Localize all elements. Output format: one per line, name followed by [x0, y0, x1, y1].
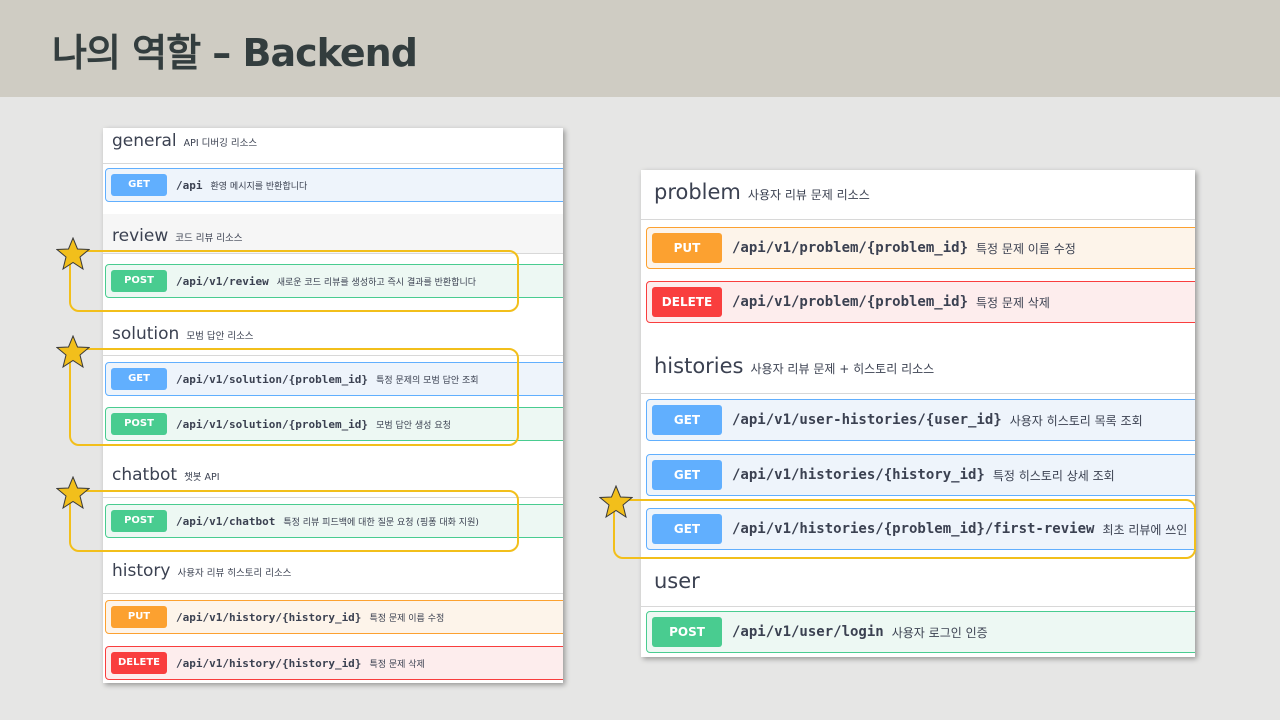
- section-desc: 코드 리뷰 리소스: [175, 233, 243, 244]
- endpoint-path: /api/v1/user-histories/{user_id}: [732, 412, 1002, 428]
- section-desc: 사용자 리뷰 문제 + 히스토리 리소스: [750, 362, 935, 376]
- endpoint-delete-problem[interactable]: DELETE /api/v1/problem/{problem_id} 특정 문…: [646, 281, 1195, 323]
- endpoint-path: /api/v1/problem/{problem_id}: [732, 294, 969, 310]
- endpoint-get-api[interactable]: GET /api 환영 메시지를 반환합니다: [105, 168, 563, 202]
- star-icon: [56, 237, 90, 271]
- endpoint-path: /api/v1/histories/{history_id}: [732, 467, 985, 483]
- section-desc: 모범 답안 리소스: [186, 331, 254, 342]
- endpoint-path: /api/v1/history/{history_id}: [176, 656, 362, 670]
- section-desc: 챗봇 API: [184, 472, 220, 483]
- section-name: histories: [654, 354, 744, 378]
- slide-header: 나의 역할 – Backend: [0, 0, 1280, 97]
- highlight-box-review: [69, 250, 519, 312]
- section-desc: API 디버깅 리소스: [183, 138, 258, 149]
- endpoint-path: /api/v1/problem/{problem_id}: [732, 240, 969, 256]
- endpoint-delete-history[interactable]: DELETE /api/v1/history/{history_id} 특정 문…: [105, 646, 563, 680]
- endpoint-desc: 특정 문제 이름 수정: [976, 241, 1076, 256]
- section-name: general: [112, 131, 177, 151]
- endpoint-get-user-histories[interactable]: GET /api/v1/user-histories/{user_id} 사용자…: [646, 399, 1195, 441]
- star-icon: [56, 335, 90, 369]
- method-badge: GET: [652, 460, 722, 490]
- section-name: user: [654, 569, 700, 593]
- highlight-box-chatbot: [69, 490, 519, 552]
- section-name: solution: [112, 324, 180, 344]
- endpoint-put-history[interactable]: PUT /api/v1/history/{history_id} 특정 문제 이…: [105, 600, 563, 634]
- highlight-box-first-review: [613, 499, 1196, 559]
- endpoint-path: /api/v1/user/login: [732, 624, 884, 640]
- highlight-box-solution: [69, 348, 519, 446]
- method-badge: PUT: [652, 233, 722, 263]
- section-desc: 사용자 리뷰 히스토리 리소스: [177, 568, 292, 579]
- endpoint-path: /api/v1/history/{history_id}: [176, 610, 362, 624]
- method-badge: PUT: [111, 606, 167, 628]
- section-review[interactable]: review 코드 리뷰 리소스: [103, 214, 563, 254]
- endpoint-get-history-detail[interactable]: GET /api/v1/histories/{history_id} 특정 히스…: [646, 454, 1195, 496]
- section-problem[interactable]: problem 사용자 리뷰 문제 리소스: [641, 170, 1195, 220]
- endpoint-desc: 환영 메시지를 반환합니다: [210, 181, 308, 192]
- endpoint-desc: 사용자 로그인 인증: [891, 625, 988, 640]
- method-badge: GET: [652, 405, 722, 435]
- method-badge: DELETE: [111, 652, 167, 674]
- endpoint-post-user-login[interactable]: POST /api/v1/user/login 사용자 로그인 인증: [646, 611, 1195, 653]
- section-name: chatbot: [112, 465, 178, 485]
- section-histories[interactable]: histories 사용자 리뷰 문제 + 히스토리 리소스: [641, 338, 1195, 394]
- section-user[interactable]: user: [641, 563, 1195, 607]
- endpoint-desc: 특정 히스토리 상세 조회: [992, 468, 1115, 483]
- method-badge: GET: [111, 174, 167, 196]
- section-name: review: [112, 226, 169, 246]
- endpoint-desc: 특정 문제 삭제: [976, 295, 1050, 310]
- method-badge: POST: [652, 617, 722, 647]
- section-name: history: [112, 561, 171, 581]
- section-general[interactable]: general API 디버깅 리소스: [103, 128, 563, 164]
- section-name: problem: [654, 180, 741, 204]
- endpoint-desc: 특정 문제 삭제: [369, 659, 425, 670]
- swagger-panel-right: problem 사용자 리뷰 문제 리소스 PUT /api/v1/proble…: [641, 170, 1195, 657]
- endpoint-put-problem[interactable]: PUT /api/v1/problem/{problem_id} 특정 문제 이…: [646, 227, 1195, 269]
- star-icon: [599, 485, 633, 519]
- slide-title: 나의 역할 – Backend: [52, 31, 418, 75]
- section-desc: 사용자 리뷰 문제 리소스: [747, 188, 870, 202]
- endpoint-desc: 사용자 히스토리 목록 조회: [1009, 413, 1143, 428]
- endpoint-path: /api: [176, 178, 203, 192]
- star-icon: [56, 476, 90, 510]
- method-badge: DELETE: [652, 287, 722, 317]
- section-history[interactable]: history 사용자 리뷰 히스토리 리소스: [103, 554, 563, 594]
- endpoint-desc: 특정 문제 이름 수정: [369, 613, 445, 624]
